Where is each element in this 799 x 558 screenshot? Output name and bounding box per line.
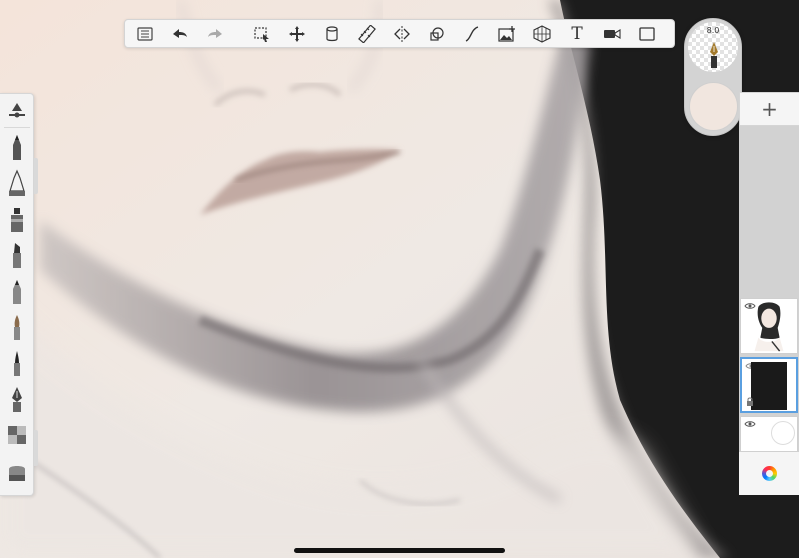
fountain-pen-nib-icon	[710, 42, 718, 68]
symmetry-icon[interactable]	[387, 20, 417, 47]
gradient-fill-icon[interactable]	[4, 420, 30, 450]
home-indicator[interactable]	[294, 548, 505, 553]
selection-icon[interactable]	[247, 20, 277, 47]
color-wheel-button[interactable]	[739, 451, 799, 495]
brush-puck[interactable]: 8.0	[684, 18, 742, 136]
brush-size-value: 8.0	[706, 26, 720, 35]
curve-icon[interactable]	[457, 20, 487, 47]
marker-icon[interactable]	[4, 204, 30, 234]
undo-icon[interactable]	[165, 20, 195, 47]
technical-pen-icon[interactable]	[4, 168, 30, 198]
perspective-grid-icon[interactable]	[527, 20, 557, 47]
ruler-icon[interactable]	[352, 20, 382, 47]
chisel-marker-icon[interactable]	[4, 240, 30, 270]
paintbrush-icon[interactable]	[4, 312, 30, 342]
palette-handle[interactable]	[34, 158, 38, 194]
layer-thumbnail-black	[751, 362, 787, 410]
add-image-icon[interactable]	[492, 20, 522, 47]
fullscreen-icon[interactable]	[632, 20, 662, 47]
fountain-pen-icon[interactable]	[4, 384, 30, 414]
palette-handle-lower[interactable]	[34, 430, 38, 466]
drawing-canvas[interactable]	[0, 0, 799, 558]
text-icon[interactable]: T	[562, 20, 592, 47]
redo-icon[interactable]	[200, 20, 230, 47]
transform-icon[interactable]	[282, 20, 312, 47]
visibility-eye-icon[interactable]	[744, 420, 756, 428]
brush-size-puck[interactable]: 8.0	[688, 22, 738, 72]
fill-bucket-icon[interactable]	[317, 20, 347, 47]
pencil-icon[interactable]	[4, 132, 30, 162]
color-wheel-icon	[761, 466, 777, 481]
background-color-swatch	[771, 421, 795, 445]
brush-settings-icon[interactable]	[4, 96, 30, 126]
layer-thumbnail-portrait	[754, 302, 784, 352]
add-layer-button[interactable]: +	[739, 92, 799, 126]
layers-panel	[739, 126, 799, 494]
eraser-icon[interactable]	[4, 456, 30, 486]
top-toolbar: T	[124, 19, 675, 48]
fine-brush-icon[interactable]	[4, 348, 30, 378]
list-icon[interactable]	[130, 20, 160, 47]
layer-black[interactable]	[740, 357, 798, 413]
layer-lock-icon	[747, 397, 753, 406]
airbrush-icon[interactable]	[4, 276, 30, 306]
plus-icon: +	[761, 97, 778, 121]
record-video-icon[interactable]	[597, 20, 627, 47]
layer-portrait[interactable]	[740, 298, 798, 354]
shapes-icon[interactable]	[422, 20, 452, 47]
color-puck[interactable]	[689, 82, 738, 131]
brush-palette	[0, 93, 34, 496]
